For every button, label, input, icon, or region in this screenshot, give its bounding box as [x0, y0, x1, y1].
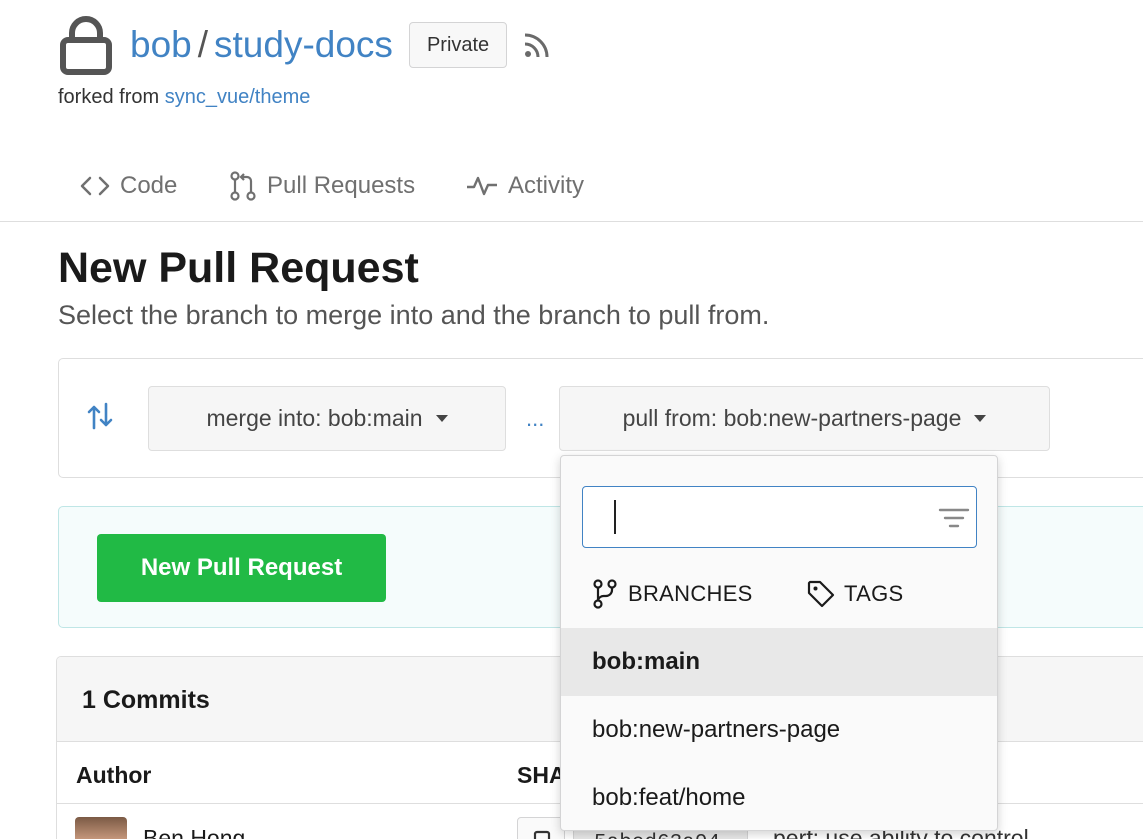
branch-option[interactable]: bob:new-partners-page: [561, 696, 997, 764]
visibility-badge: Private: [408, 22, 508, 68]
branch-option[interactable]: bob:main: [561, 628, 997, 696]
commit-author[interactable]: Ben Hong: [143, 825, 245, 839]
pulse-icon: [467, 176, 497, 196]
branch-search-input[interactable]: [583, 487, 913, 547]
tab-tags[interactable]: TAGS: [806, 576, 903, 612]
tab-code[interactable]: Code: [80, 166, 177, 206]
pull-from-label: pull from: bob:new-partners-page: [622, 405, 962, 431]
page-root: bob / study-docs Private forked from syn…: [0, 0, 1143, 839]
pull-from-dropdown[interactable]: pull from: bob:new-partners-page: [559, 386, 1050, 451]
forked-from-line: forked from sync_vue/theme: [58, 86, 310, 109]
repo-tabs: Code Pull Requests Activity: [0, 152, 1143, 222]
column-author: Author: [76, 762, 152, 788]
tab-pull-requests[interactable]: Pull Requests: [229, 166, 415, 206]
chevron-down-icon: [974, 415, 987, 422]
repo-name-link[interactable]: study-docs: [214, 24, 393, 66]
tag-icon: [807, 580, 835, 608]
new-pull-request-button[interactable]: New Pull Request: [97, 534, 386, 602]
avatar: [75, 817, 127, 839]
branch-dropdown-menu: BRANCHES TAGS bob:main bob:new-partners-…: [560, 455, 998, 831]
branch-search-box: [582, 486, 977, 548]
repo-separator: /: [197, 24, 209, 65]
copy-icon: [533, 830, 551, 839]
copy-sha-button[interactable]: [517, 817, 565, 839]
page-title: New Pull Request: [58, 244, 419, 292]
pull-request-icon: [230, 171, 256, 201]
lock-icon: [60, 16, 112, 75]
merge-into-label: merge into: bob:main: [206, 405, 423, 431]
rss-icon[interactable]: [523, 31, 551, 59]
tab-tags-label: TAGS: [844, 581, 904, 606]
text-cursor: [614, 500, 616, 534]
branch-icon: [593, 579, 617, 609]
compare-ellipsis: ...: [526, 406, 545, 431]
repo-header: bob / study-docs Private: [58, 14, 551, 76]
swap-branches-icon[interactable]: [86, 401, 114, 431]
tab-activity-label: Activity: [508, 172, 585, 199]
forked-from-label: forked from: [58, 86, 160, 108]
chevron-down-icon: [435, 415, 448, 422]
code-icon: [80, 176, 110, 196]
forked-source-link[interactable]: sync_vue/theme: [165, 86, 311, 108]
branch-option[interactable]: bob:feat/home: [561, 764, 997, 830]
filter-icon: [938, 508, 970, 528]
tab-branches[interactable]: BRANCHES: [592, 576, 753, 612]
tab-branches-label: BRANCHES: [628, 581, 753, 606]
commits-count: 1 Commits: [82, 686, 210, 714]
tab-code-label: Code: [120, 172, 178, 199]
repo-owner-link[interactable]: bob: [130, 24, 192, 66]
page-subtitle: Select the branch to merge into and the …: [58, 300, 770, 330]
tab-activity[interactable]: Activity: [466, 166, 584, 206]
tab-pull-requests-label: Pull Requests: [267, 172, 416, 199]
merge-into-dropdown[interactable]: merge into: bob:main: [148, 386, 506, 451]
